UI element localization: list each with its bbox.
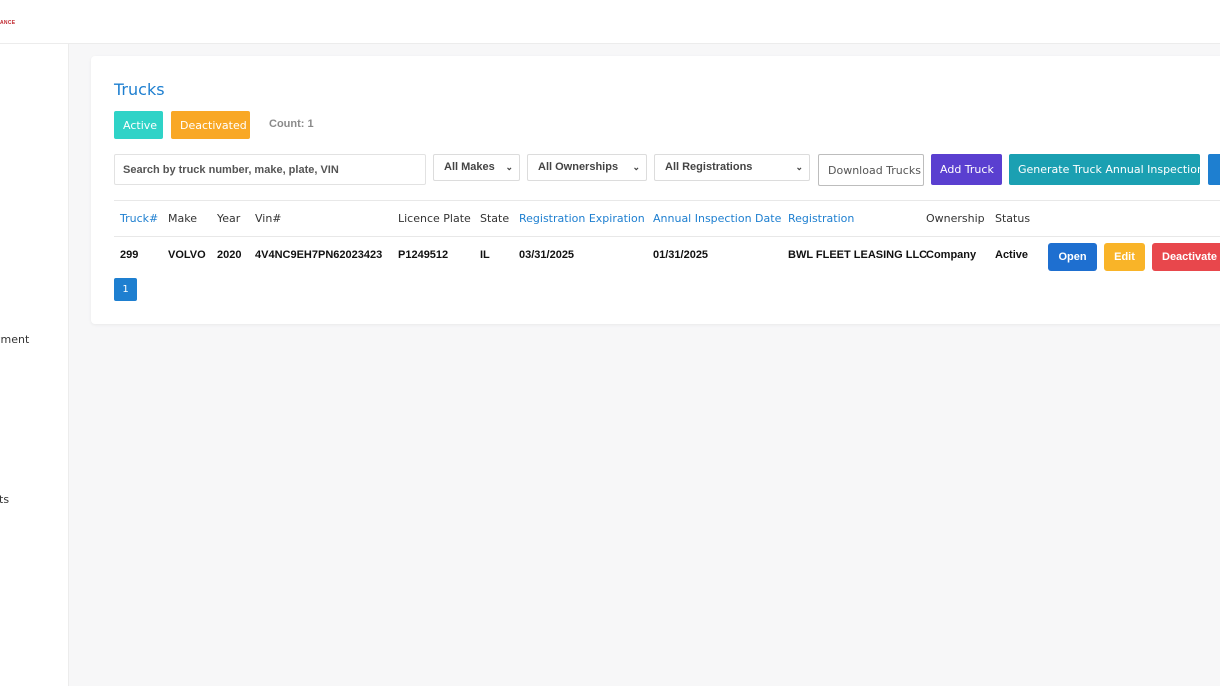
chevron-down-icon: ⌄ <box>505 162 513 172</box>
col-header-truck[interactable]: Truck# <box>120 212 158 225</box>
ownerships-select[interactable]: All Ownerships ⌄ <box>527 154 647 181</box>
chevron-down-icon: ⌄ <box>795 162 803 172</box>
pagination-page-1[interactable]: 1 <box>114 278 137 301</box>
cell-ownership: Company <box>926 249 977 261</box>
cell-plate: P1249512 <box>398 249 449 261</box>
makes-select[interactable]: All Makes ⌄ <box>433 154 520 181</box>
col-header-make: Make <box>168 212 197 225</box>
trucks-card: Trucks Active Deactivated Count: 1 All M… <box>91 56 1220 324</box>
col-header-ownership: Ownership <box>926 212 985 225</box>
makes-select-value: All Makes <box>444 161 495 173</box>
cell-registration: BWL FLEET LEASING LLC <box>788 249 928 261</box>
edit-button[interactable]: Edit <box>1104 243 1145 271</box>
cell-year: 2020 <box>217 249 242 261</box>
col-header-year: Year <box>217 212 241 225</box>
search-input[interactable] <box>114 154 426 185</box>
cell-status: Active <box>995 249 1029 261</box>
cell-vin: 4V4NC9EH7PN62023423 <box>255 249 383 261</box>
table-divider <box>114 200 1220 201</box>
registrations-select[interactable]: All Registrations ⌄ <box>654 154 810 181</box>
col-header-reg-exp[interactable]: Registration Expiration <box>519 212 645 225</box>
add-truck-button[interactable]: Add Truck <box>931 154 1002 185</box>
col-header-status: Status <box>995 212 1031 225</box>
col-header-plate: Licence Plate <box>398 212 471 225</box>
top-bar: ANCE <box>0 0 1220 44</box>
col-header-vin: Vin# <box>255 212 282 225</box>
cell-inspection: 01/31/2025 <box>653 249 709 261</box>
tab-deactivated[interactable]: Deactivated <box>171 111 250 139</box>
page-title: Trucks <box>114 80 165 99</box>
registrations-select-value: All Registrations <box>665 161 753 173</box>
sidebar-item-payment[interactable]: yment <box>0 333 29 346</box>
open-button[interactable]: Open <box>1048 243 1097 271</box>
sidebar-item-reports[interactable]: ts <box>0 493 9 506</box>
more-button[interactable]: S <box>1208 154 1220 185</box>
deactivate-button[interactable]: Deactivate <box>1152 243 1220 271</box>
tab-active[interactable]: Active <box>114 111 163 139</box>
count-label: Count: 1 <box>269 118 314 130</box>
table-divider <box>114 236 1220 237</box>
download-trucks-button[interactable]: Download Trucks <box>818 154 924 186</box>
sidebar: yment ts <box>0 44 69 686</box>
cell-reg-exp: 03/31/2025 <box>519 249 575 261</box>
ownerships-select-value: All Ownerships <box>538 161 619 173</box>
cell-state: IL <box>480 249 490 261</box>
col-header-state: State <box>480 212 510 225</box>
cell-truck: 299 <box>120 249 139 261</box>
logo[interactable]: ANCE <box>0 20 15 26</box>
col-header-inspection[interactable]: Annual Inspection Date <box>653 212 781 225</box>
generate-inspection-button[interactable]: Generate Truck Annual Inspection <box>1009 154 1204 185</box>
col-header-registration[interactable]: Registration <box>788 212 854 225</box>
cell-make: VOLVO <box>168 249 206 261</box>
chevron-down-icon: ⌄ <box>632 162 640 172</box>
